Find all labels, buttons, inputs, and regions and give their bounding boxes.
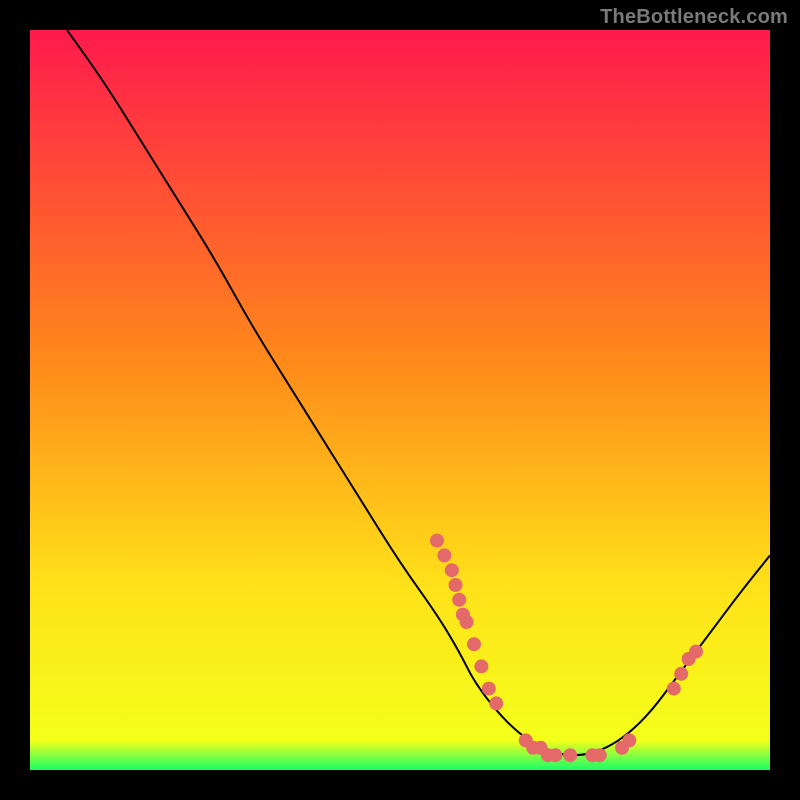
- marker-dot: [489, 696, 503, 710]
- marker-dot: [689, 645, 703, 659]
- marker-dot: [452, 593, 466, 607]
- watermark-text: TheBottleneck.com: [600, 6, 788, 29]
- marker-dot: [548, 748, 562, 762]
- marker-dot: [430, 534, 444, 548]
- marker-dot: [482, 682, 496, 696]
- marker-dot: [460, 615, 474, 629]
- chart-stage: TheBottleneck.com: [0, 0, 800, 800]
- marker-dot: [667, 682, 681, 696]
- marker-dot: [467, 637, 481, 651]
- marker-dot: [445, 563, 459, 577]
- marker-dot: [449, 578, 463, 592]
- chart-canvas: [30, 30, 770, 770]
- marker-dot: [674, 667, 688, 681]
- marker-dot: [474, 659, 488, 673]
- marker-dot: [563, 748, 577, 762]
- marker-dot: [437, 548, 451, 562]
- marker-dot: [622, 733, 636, 747]
- marker-dot: [593, 748, 607, 762]
